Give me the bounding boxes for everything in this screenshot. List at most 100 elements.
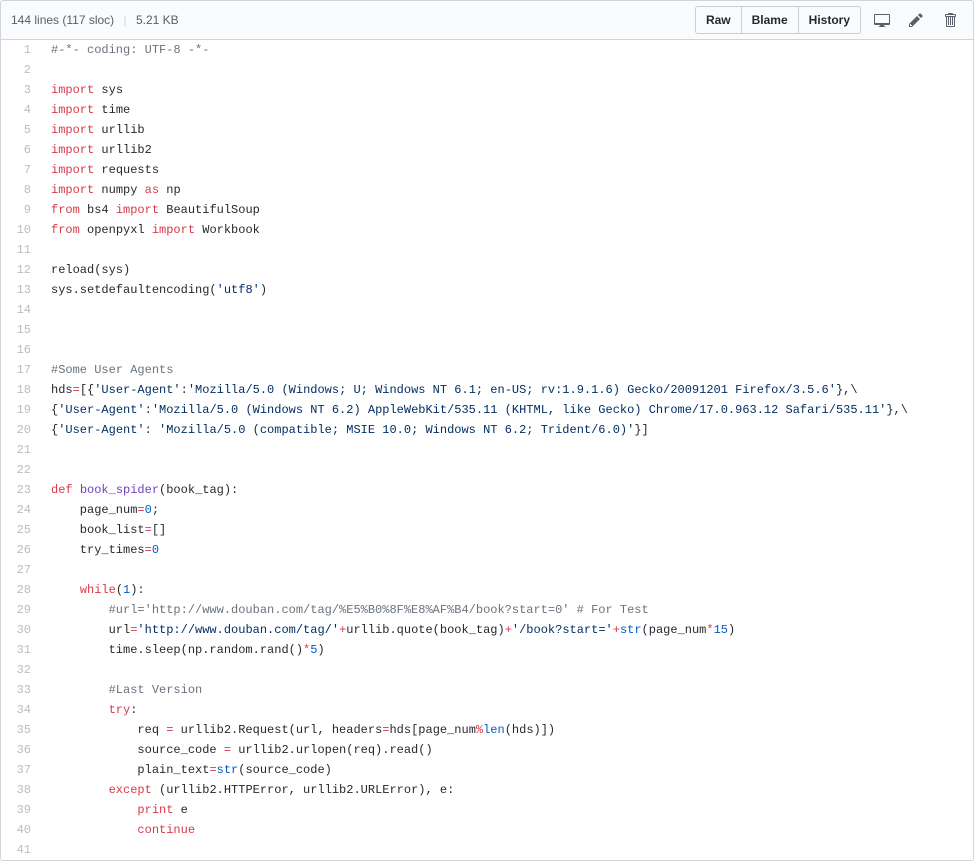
line-number[interactable]: 32 <box>1 660 41 680</box>
line-number[interactable]: 28 <box>1 580 41 600</box>
line-number[interactable]: 26 <box>1 540 41 560</box>
line-content: from bs4 import BeautifulSoup <box>41 200 973 220</box>
line-content: ​ <box>41 340 973 360</box>
line-number[interactable]: 2 <box>1 60 41 80</box>
line-number[interactable]: 5 <box>1 120 41 140</box>
blame-button[interactable]: Blame <box>741 6 799 34</box>
code-line: 13sys.setdefaultencoding('utf8') <box>1 280 973 300</box>
line-number[interactable]: 22 <box>1 460 41 480</box>
line-number[interactable]: 29 <box>1 600 41 620</box>
line-content: ​ <box>41 240 973 260</box>
line-number[interactable]: 17 <box>1 360 41 380</box>
line-number[interactable]: 3 <box>1 80 41 100</box>
line-number[interactable]: 11 <box>1 240 41 260</box>
line-number[interactable]: 25 <box>1 520 41 540</box>
code-table: 1#-*- coding: UTF-8 -*-2​3import sys4imp… <box>1 40 973 860</box>
line-content: url='http://www.douban.com/tag/'+urllib.… <box>41 620 973 640</box>
line-number[interactable]: 30 <box>1 620 41 640</box>
code-line: 21​ <box>1 440 973 460</box>
line-number[interactable]: 31 <box>1 640 41 660</box>
line-content: ​ <box>41 60 973 80</box>
line-number[interactable]: 41 <box>1 840 41 860</box>
line-number[interactable]: 36 <box>1 740 41 760</box>
line-content: print e <box>41 800 973 820</box>
code-line: 40 continue <box>1 820 973 840</box>
code-line: 23def book_spider(book_tag): <box>1 480 973 500</box>
code-line: 14​ <box>1 300 973 320</box>
code-line: 25 book_list=[] <box>1 520 973 540</box>
line-content: hds=[{'User-Agent':'Mozilla/5.0 (Windows… <box>41 380 973 400</box>
code-line: 8import numpy as np <box>1 180 973 200</box>
line-content: reload(sys) <box>41 260 973 280</box>
line-number[interactable]: 37 <box>1 760 41 780</box>
code-line: 4import time <box>1 100 973 120</box>
line-number[interactable]: 33 <box>1 680 41 700</box>
line-number[interactable]: 7 <box>1 160 41 180</box>
line-number[interactable]: 9 <box>1 200 41 220</box>
code-line: 16​ <box>1 340 973 360</box>
code-line: 32​ <box>1 660 973 680</box>
line-number[interactable]: 18 <box>1 380 41 400</box>
file-info: 144 lines (117 sloc) | 5.21 KB <box>11 13 179 27</box>
line-content: try_times=0 <box>41 540 973 560</box>
line-content: import urllib <box>41 120 973 140</box>
line-number[interactable]: 39 <box>1 800 41 820</box>
desktop-icon[interactable] <box>869 7 895 33</box>
line-number[interactable]: 20 <box>1 420 41 440</box>
line-content: #-*- coding: UTF-8 -*- <box>41 40 973 60</box>
code-line: 9from bs4 import BeautifulSoup <box>1 200 973 220</box>
code-line: 41​ <box>1 840 973 860</box>
line-content: {'User-Agent': 'Mozilla/5.0 (compatible;… <box>41 420 973 440</box>
line-content: #Some User Agents <box>41 360 973 380</box>
code-line: 12reload(sys) <box>1 260 973 280</box>
line-content: try: <box>41 700 973 720</box>
line-content: ​ <box>41 320 973 340</box>
code-line: 6import urllib2 <box>1 140 973 160</box>
line-number[interactable]: 1 <box>1 40 41 60</box>
line-number[interactable]: 24 <box>1 500 41 520</box>
line-number[interactable]: 13 <box>1 280 41 300</box>
line-content: ​ <box>41 460 973 480</box>
line-content: #Last Version <box>41 680 973 700</box>
line-content: from openpyxl import Workbook <box>41 220 973 240</box>
line-number[interactable]: 15 <box>1 320 41 340</box>
code-line: 36 source_code = urllib2.urlopen(req).re… <box>1 740 973 760</box>
code-line: 31 time.sleep(np.random.rand()*5) <box>1 640 973 660</box>
code-line: 30 url='http://www.douban.com/tag/'+urll… <box>1 620 973 640</box>
code-line: 24 page_num=0; <box>1 500 973 520</box>
line-number[interactable]: 23 <box>1 480 41 500</box>
line-number[interactable]: 10 <box>1 220 41 240</box>
line-number[interactable]: 38 <box>1 780 41 800</box>
code-line: 33 #Last Version <box>1 680 973 700</box>
line-number[interactable]: 8 <box>1 180 41 200</box>
line-number[interactable]: 16 <box>1 340 41 360</box>
code-line: 7import requests <box>1 160 973 180</box>
code-line: 22​ <box>1 460 973 480</box>
line-number[interactable]: 21 <box>1 440 41 460</box>
line-number[interactable]: 19 <box>1 400 41 420</box>
line-number[interactable]: 40 <box>1 820 41 840</box>
pencil-icon[interactable] <box>903 7 929 33</box>
line-content: def book_spider(book_tag): <box>41 480 973 500</box>
code-line: 1#-*- coding: UTF-8 -*- <box>1 40 973 60</box>
line-number[interactable]: 27 <box>1 560 41 580</box>
history-button[interactable]: History <box>798 6 861 34</box>
line-content: page_num=0; <box>41 500 973 520</box>
raw-button[interactable]: Raw <box>695 6 742 34</box>
code-line: 15​ <box>1 320 973 340</box>
line-number[interactable]: 4 <box>1 100 41 120</box>
code-line: 28 while(1): <box>1 580 973 600</box>
trash-icon[interactable] <box>937 7 963 33</box>
line-number[interactable]: 14 <box>1 300 41 320</box>
lines-count: 144 lines (117 sloc) <box>11 13 114 27</box>
line-content: while(1): <box>41 580 973 600</box>
code-line: 2​ <box>1 60 973 80</box>
line-number[interactable]: 6 <box>1 140 41 160</box>
line-content: book_list=[] <box>41 520 973 540</box>
info-divider: | <box>124 13 127 27</box>
line-number[interactable]: 35 <box>1 720 41 740</box>
line-number[interactable]: 12 <box>1 260 41 280</box>
line-number[interactable]: 34 <box>1 700 41 720</box>
line-content: continue <box>41 820 973 840</box>
line-content: #url='http://www.douban.com/tag/%E5%B0%8… <box>41 600 973 620</box>
